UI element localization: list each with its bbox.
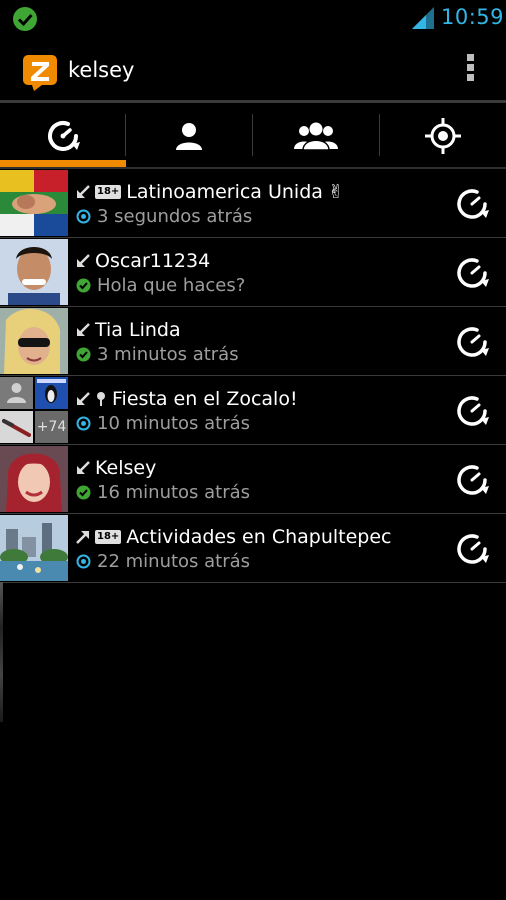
row-status-text: 22 minutos atrás <box>97 550 251 572</box>
row-title: Tia Linda <box>76 317 181 343</box>
row-title-text: Actividades en Chapultepec <box>126 526 392 548</box>
clock: 10:59 <box>441 5 505 29</box>
row-title: Fiesta en el Zocalo! <box>76 386 298 412</box>
incoming-arrow-icon <box>77 185 90 198</box>
incoming-arrow-icon <box>77 461 90 474</box>
row-title-text: Kelsey <box>95 457 157 479</box>
signal-icon <box>412 7 434 29</box>
adult-badge: 18+ <box>95 185 122 199</box>
list-item[interactable]: Tia Linda 3 minutos atrás <box>0 307 506 376</box>
row-status: Hola que haces? <box>76 273 245 297</box>
row-title-text: Tia Linda <box>95 319 181 341</box>
list-item[interactable]: Kelsey 16 minutos atrás <box>0 445 506 514</box>
channel-status-icon <box>76 554 91 568</box>
recent-icon[interactable] <box>452 322 492 362</box>
row-title: 18+ Latinoamerica Unida ✌ <box>76 179 344 205</box>
row-status-text: 3 segundos atrás <box>97 205 253 227</box>
row-status: 16 minutos atrás <box>76 480 250 504</box>
recent-icon[interactable] <box>452 529 492 569</box>
recent-icon[interactable] <box>452 391 492 431</box>
adult-badge: 18+ <box>95 530 122 544</box>
row-status-text: 3 minutos atrás <box>97 343 239 365</box>
avatar <box>0 308 68 374</box>
row-status-text: 16 minutos atrás <box>97 481 251 503</box>
group-icon <box>294 122 338 151</box>
list-item[interactable]: Oscar11234 Hola que haces? <box>0 238 506 307</box>
app-title: kelsey <box>68 58 135 82</box>
row-title: 18+ Actividades en Chapultepec <box>76 524 392 550</box>
user-placeholder-icon <box>0 377 33 409</box>
row-title-text: Fiesta en el Zocalo! <box>112 388 298 410</box>
channel-thumbnail-grid: +74 <box>0 377 68 443</box>
zello-logo-icon[interactable] <box>22 54 60 92</box>
tab-nearby[interactable] <box>380 103 506 169</box>
online-check-icon <box>76 347 91 361</box>
check-circle-icon <box>13 7 37 31</box>
channel-status-icon <box>76 209 91 223</box>
tab-channels[interactable] <box>253 103 379 169</box>
location-target-icon <box>425 118 461 154</box>
row-status-text: 10 minutos atrás <box>97 412 251 434</box>
online-check-icon <box>76 278 91 292</box>
online-check-icon <box>76 485 91 499</box>
recent-icon[interactable] <box>452 253 492 293</box>
list-item[interactable]: +74 Fiesta en el Zocalo! 10 minutos atrá… <box>0 376 506 445</box>
row-status-text: Hola que haces? <box>97 274 246 296</box>
row-title: Kelsey <box>76 455 156 481</box>
row-status: 3 segundos atrás <box>76 204 252 228</box>
row-status: 22 minutos atrás <box>76 549 250 573</box>
incoming-arrow-icon <box>77 392 90 405</box>
channel-status-icon <box>76 416 91 430</box>
row-status: 10 minutos atrás <box>76 411 250 435</box>
more-members-count: +74 <box>35 411 68 443</box>
action-bar: kelsey <box>0 38 506 100</box>
channel-thumbnail <box>0 515 68 581</box>
row-status: 3 minutos atrás <box>76 342 239 366</box>
photo-thumbnail <box>0 411 33 443</box>
photo-thumbnail <box>35 377 68 409</box>
incoming-arrow-icon <box>77 254 90 267</box>
channel-thumbnail <box>0 170 68 236</box>
person-icon <box>176 123 202 150</box>
status-bar: 10:59 <box>0 0 506 38</box>
outgoing-arrow-icon <box>76 531 89 544</box>
list-item[interactable]: 18+ Latinoamerica Unida ✌ 3 segundos atr… <box>0 169 506 238</box>
recent-icon <box>48 121 80 151</box>
scroll-edge <box>0 582 3 722</box>
recent-icon[interactable] <box>452 184 492 224</box>
row-title-text: Oscar11234 <box>95 250 211 272</box>
row-title-text: Latinoamerica Unida <box>126 181 323 203</box>
tab-indicator <box>0 160 126 167</box>
recent-icon[interactable] <box>452 460 492 500</box>
peace-hand-icon: ✌ <box>327 181 344 203</box>
incoming-arrow-icon <box>77 323 90 336</box>
avatar <box>0 446 68 512</box>
overflow-menu-icon[interactable] <box>460 52 480 86</box>
tab-contacts[interactable] <box>126 103 252 169</box>
list-item[interactable]: 18+ Actividades en Chapultepec 22 minuto… <box>0 514 506 583</box>
location-pin-icon <box>97 392 105 406</box>
avatar <box>0 239 68 305</box>
row-title: Oscar11234 <box>76 248 210 274</box>
